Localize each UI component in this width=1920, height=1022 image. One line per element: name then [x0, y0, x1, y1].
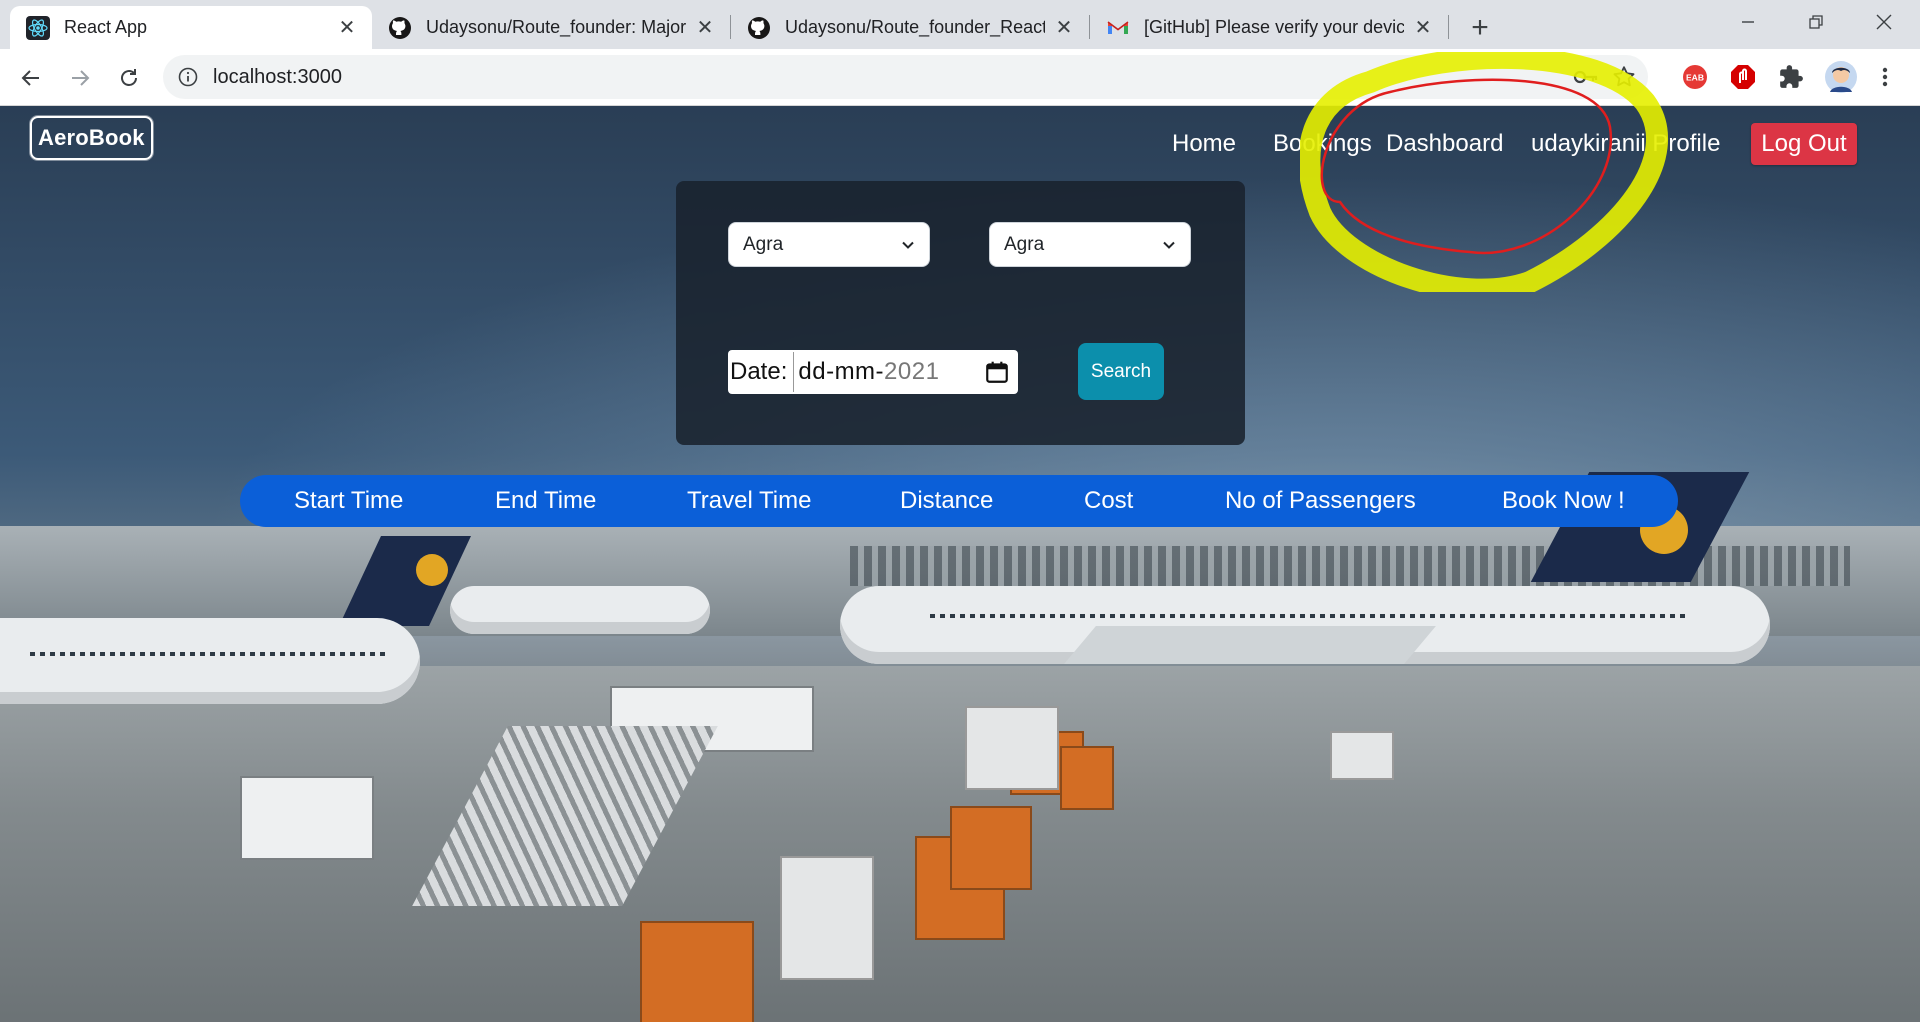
tab-separator — [1448, 15, 1449, 39]
close-tab-icon[interactable]: ✕ — [1412, 17, 1434, 39]
key-icon[interactable] — [1573, 66, 1599, 93]
distant-plane — [450, 586, 710, 634]
header-start-time: Start Time — [294, 487, 404, 514]
cargo-container — [965, 706, 1059, 790]
cargo-container — [1060, 746, 1114, 810]
logout-button[interactable]: Log Out — [1751, 123, 1857, 165]
github-icon — [747, 16, 771, 40]
from-city-value: Agra — [743, 233, 784, 255]
date-year: 2021 — [884, 358, 940, 385]
app-page: AeroBook Home Bookings Dashboard udaykir… — [0, 106, 1920, 1022]
chevron-down-icon — [1163, 241, 1175, 249]
tab-github-major[interactable]: Udaysonu/Route_founder: Major ✕ — [372, 6, 730, 49]
header-end-time: End Time — [495, 487, 597, 514]
profile-avatar-icon[interactable] — [1823, 59, 1859, 95]
eab-label: EAB — [1686, 73, 1704, 83]
eab-extension-icon[interactable]: EAB — [1680, 62, 1710, 92]
close-window-icon[interactable] — [1848, 0, 1920, 44]
plane-windows — [30, 652, 390, 656]
github-icon — [388, 16, 412, 40]
bookmark-star-icon[interactable] — [1611, 64, 1637, 95]
service-truck — [240, 776, 374, 860]
tab-gmail[interactable]: [GitHub] Please verify your device ✕ — [1090, 6, 1448, 49]
header-distance: Distance — [900, 487, 994, 514]
minimize-window-icon[interactable] — [1712, 0, 1784, 44]
tail-logo-left — [416, 554, 448, 586]
browser-tab-strip: React App ✕ Udaysonu/Route_founder: Majo… — [0, 0, 1920, 49]
close-tab-icon[interactable]: ✕ — [694, 17, 716, 39]
cargo-container — [1330, 731, 1394, 780]
site-info-icon[interactable] — [177, 66, 199, 88]
tab-react-app[interactable]: React App ✕ — [10, 6, 372, 49]
cargo-container — [780, 856, 874, 980]
url-text: localhost:3000 — [213, 66, 342, 88]
puzzle-extensions-icon[interactable] — [1776, 62, 1806, 92]
new-tab-button[interactable]: + — [1462, 10, 1498, 46]
chevron-down-icon — [902, 241, 914, 249]
reload-icon[interactable] — [110, 59, 148, 97]
forward-arrow-icon[interactable] — [61, 59, 99, 97]
header-travel-time: Travel Time — [687, 487, 812, 514]
left-plane — [0, 618, 420, 704]
date-field-group: Date: dd-mm- 2021 — [728, 350, 1018, 394]
to-city-select[interactable]: Agra — [989, 222, 1191, 267]
gmail-icon — [1106, 16, 1130, 40]
adblock-icon[interactable] — [1728, 62, 1758, 92]
calendar-icon[interactable] — [984, 359, 1010, 385]
browser-menu-icon[interactable] — [1870, 62, 1900, 92]
restore-window-icon[interactable] — [1780, 0, 1852, 44]
header-passengers: No of Passengers — [1225, 487, 1416, 514]
from-city-select[interactable]: Agra — [728, 222, 930, 267]
close-tab-icon[interactable]: ✕ — [1053, 17, 1075, 39]
results-header-bar: Start Time End Time Travel Time Distance… — [240, 475, 1678, 527]
back-arrow-icon[interactable] — [12, 59, 50, 97]
cargo-container — [950, 806, 1032, 890]
react-icon — [26, 15, 50, 40]
tab-title: [GitHub] Please verify your device — [1144, 17, 1404, 37]
browser-toolbar: localhost:3000 EAB — [0, 49, 1920, 106]
plane-wing — [1064, 626, 1436, 664]
address-bar[interactable]: localhost:3000 — [163, 55, 1648, 99]
close-tab-icon[interactable]: ✕ — [336, 17, 358, 39]
nav-profile[interactable]: udaykiranii Profile — [1531, 130, 1720, 158]
cargo-container — [640, 921, 754, 1022]
brand-logo[interactable]: AeroBook — [30, 116, 153, 160]
date-label: Date: — [730, 358, 788, 385]
nav-home[interactable]: Home — [1172, 130, 1236, 158]
search-button[interactable]: Search — [1078, 343, 1164, 400]
date-input[interactable]: dd-mm- 2021 — [793, 352, 1018, 392]
header-book-now: Book Now ! — [1502, 487, 1625, 514]
search-panel: Agra Agra Date: dd-mm- 2021 Search — [676, 181, 1245, 445]
tab-title: Udaysonu/Route_founder: Major — [426, 17, 686, 37]
to-city-value: Agra — [1004, 233, 1045, 255]
date-placeholder: dd-mm- — [798, 358, 885, 385]
plane-windows — [930, 614, 1690, 618]
tab-github-react[interactable]: Udaysonu/Route_founder_React_ ✕ — [731, 6, 1089, 49]
header-cost: Cost — [1084, 487, 1134, 514]
tab-title: React App — [64, 17, 148, 37]
nav-bookings[interactable]: Bookings — [1273, 130, 1372, 158]
tab-title: Udaysonu/Route_founder_React_ — [785, 17, 1045, 37]
nav-dashboard[interactable]: Dashboard — [1386, 130, 1503, 158]
